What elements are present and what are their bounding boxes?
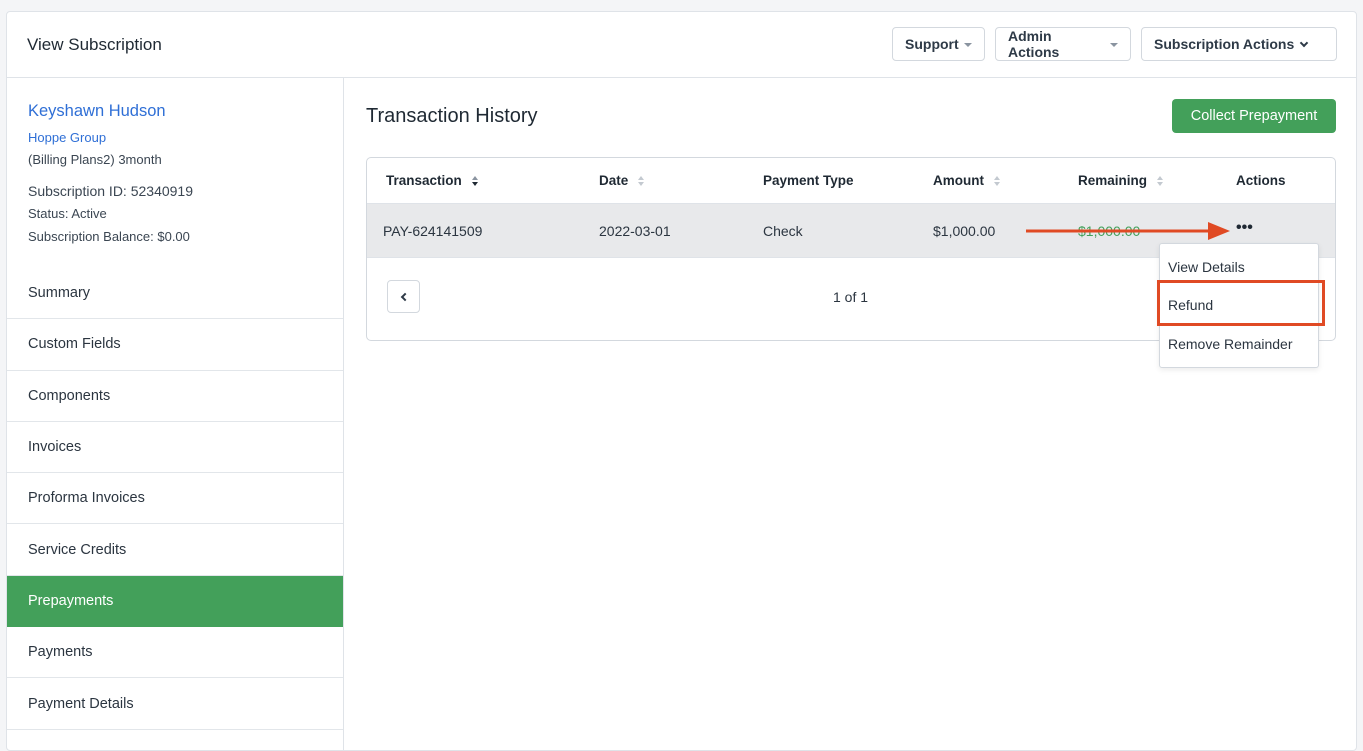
page-title: View Subscription [27, 35, 162, 54]
menu-item-view-details[interactable]: View Details [1168, 259, 1245, 275]
cell-payment-type: Check [763, 223, 803, 239]
chevron-down-icon [1300, 38, 1309, 47]
pagination-status: 1 of 1 [833, 289, 869, 305]
sidebar-item-payments[interactable]: Payments [7, 627, 343, 679]
column-header-date[interactable]: Date [599, 173, 645, 188]
column-header-label: Date [599, 173, 629, 188]
column-header-label: Payment Type [763, 173, 854, 188]
admin-actions-label: Admin Actions [1008, 28, 1060, 60]
sidebar-item-invoices[interactable]: Invoices [7, 422, 343, 474]
annotation-highlight-box [1157, 280, 1325, 326]
subscription-id: Subscription ID: 52340919 [28, 183, 193, 199]
column-header-remaining[interactable]: Remaining [1078, 173, 1164, 188]
column-header-label: Amount [933, 173, 984, 188]
sidebar-nav: Summary Custom Fields Components Invoice… [7, 268, 343, 730]
column-header-label: Transaction [386, 173, 462, 188]
support-button-label: Support [905, 36, 959, 52]
subscription-balance: Subscription Balance: $0.00 [28, 229, 190, 244]
cell-amount: $1,000.00 [933, 223, 996, 239]
sidebar: Keyshawn Hudson Hoppe Group (Billing Pla… [7, 78, 344, 750]
caret-down-icon [963, 42, 972, 47]
annotation-arrow-icon [1026, 222, 1230, 240]
sidebar-item-prepayments[interactable]: Prepayments [7, 575, 343, 628]
main-content: Transaction History Collect Prepayment T… [344, 78, 1356, 750]
column-header-label: Remaining [1078, 173, 1148, 188]
column-header-amount[interactable]: Amount [933, 173, 1000, 188]
sidebar-item-summary[interactable]: Summary [7, 268, 343, 320]
menu-item-remove-remainder[interactable]: Remove Remainder [1168, 336, 1293, 352]
sidebar-item-components[interactable]: Components [7, 371, 343, 422]
header-bar: View Subscription Support Admin Actions … [7, 12, 1356, 78]
subscription-actions-button[interactable]: Subscription Actions [1141, 27, 1337, 61]
sort-icon [994, 175, 1000, 186]
subscription-actions-label: Subscription Actions [1154, 36, 1295, 52]
customer-name-link[interactable]: Keyshawn Hudson [28, 102, 166, 121]
sort-icon [638, 175, 645, 186]
caret-down-icon [1110, 42, 1118, 47]
cell-transaction: PAY-624141509 [383, 223, 483, 239]
pagination-prev-button[interactable] [387, 280, 420, 313]
chevron-left-icon [400, 292, 410, 301]
sidebar-item-payment-details[interactable]: Payment Details [7, 678, 343, 730]
collect-prepayment-button[interactable]: Collect Prepayment [1172, 99, 1336, 133]
sidebar-item-service-credits[interactable]: Service Credits [7, 524, 343, 576]
column-header-label: Actions [1236, 173, 1286, 188]
support-button[interactable]: Support [892, 27, 985, 61]
admin-actions-button[interactable]: Admin Actions [995, 27, 1131, 61]
customer-plan: (Billing Plans2) 3month [28, 152, 162, 167]
sidebar-item-proforma-invoices[interactable]: Proforma Invoices [7, 473, 343, 525]
sort-icon [1157, 175, 1164, 186]
cell-date: 2022-03-01 [599, 223, 671, 239]
more-actions-icon[interactable]: ••• [1236, 220, 1253, 236]
column-header-transaction[interactable]: Transaction [386, 173, 478, 188]
column-header-payment-type: Payment Type [763, 173, 854, 188]
customer-organization-link[interactable]: Hoppe Group [28, 130, 106, 145]
sidebar-item-custom-fields[interactable]: Custom Fields [7, 319, 343, 371]
sort-icon [471, 175, 478, 186]
table-header: Transaction Date Payment Type Amount Rem… [367, 158, 1335, 204]
column-header-actions: Actions [1236, 173, 1286, 188]
app-frame: View Subscription Support Admin Actions … [6, 11, 1357, 751]
section-title: Transaction History [366, 105, 538, 127]
subscription-status: Status: Active [28, 206, 107, 221]
